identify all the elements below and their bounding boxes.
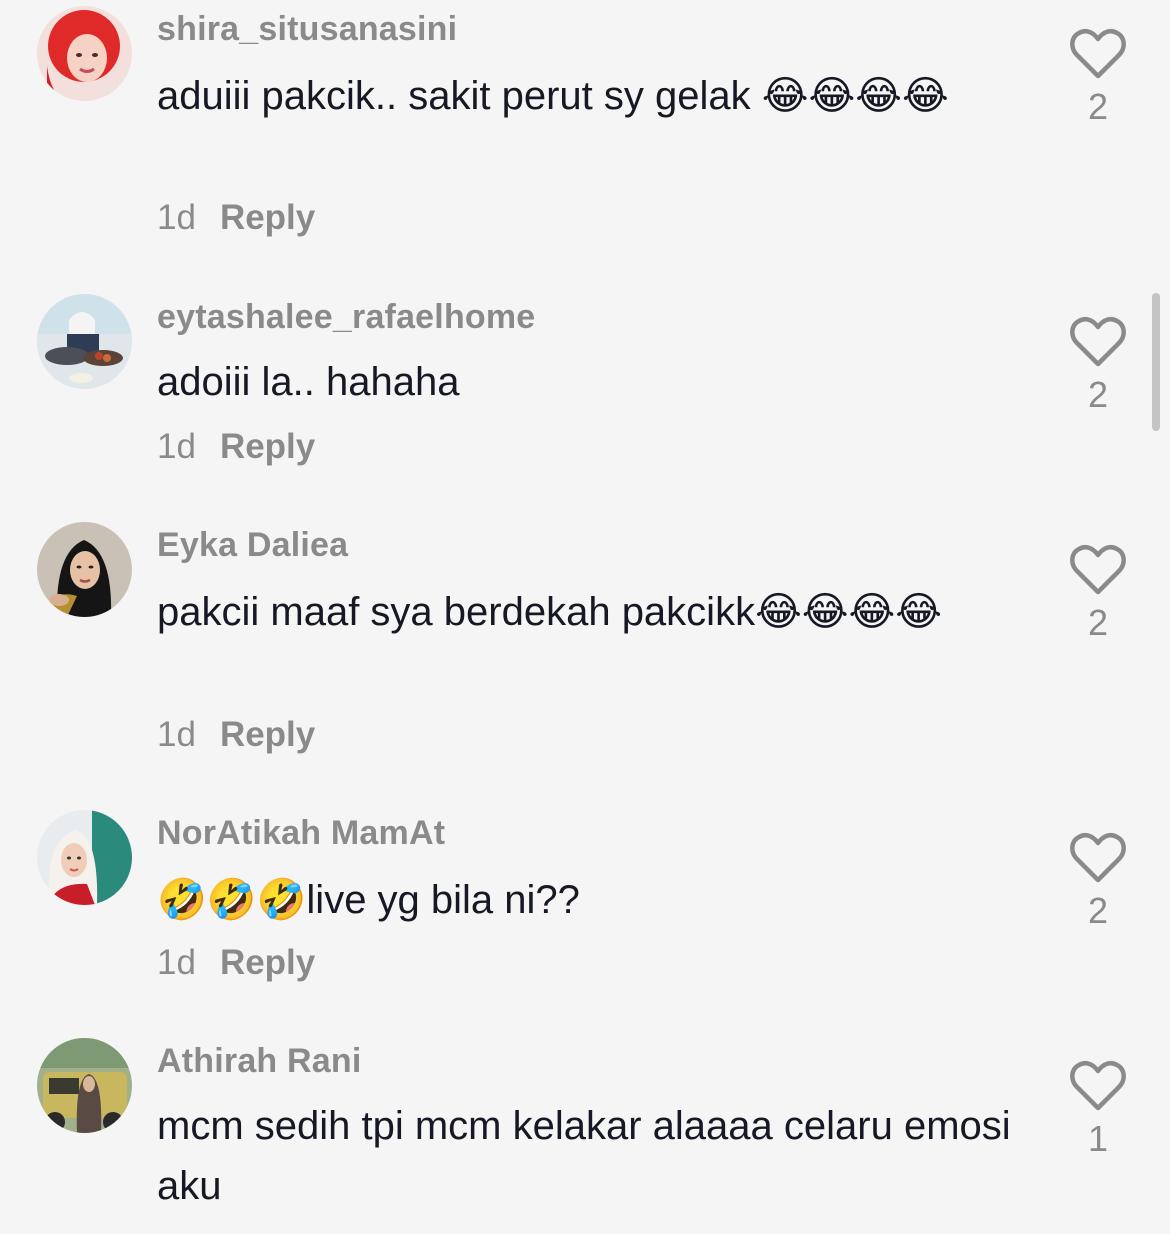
avatar-image xyxy=(37,810,132,905)
timestamp: 1d xyxy=(157,427,196,466)
comment-text: 🤣🤣🤣live yg bila ni?? xyxy=(157,878,580,922)
avatar-image xyxy=(37,1038,132,1133)
comment-text: adoiii la.. hahaha xyxy=(157,360,460,404)
comment-meta: 1d Reply xyxy=(157,427,315,467)
timestamp: 1d xyxy=(157,198,196,237)
heart-icon xyxy=(1070,833,1126,883)
reply-button[interactable]: Reply xyxy=(220,715,315,754)
like-button[interactable]: 1 xyxy=(1068,1060,1128,1160)
like-button[interactable]: 2 xyxy=(1068,544,1128,644)
comment-meta: 1d Reply xyxy=(157,715,315,755)
like-count: 2 xyxy=(1087,890,1109,931)
like-count: 2 xyxy=(1087,374,1109,415)
comment-text: pakcii maaf sya berdekah pakcikk😂😂😂😂 xyxy=(157,590,943,634)
comment-meta: 1d Reply xyxy=(157,943,315,983)
reply-button[interactable]: Reply xyxy=(220,943,315,982)
avatar[interactable] xyxy=(37,522,132,617)
like-count: 1 xyxy=(1087,1118,1109,1159)
heart-icon xyxy=(1070,545,1126,595)
username[interactable]: shira_situsanasini xyxy=(157,10,457,49)
like-button[interactable]: 2 xyxy=(1068,28,1128,128)
heart-icon xyxy=(1070,29,1126,79)
heart-icon xyxy=(1070,317,1126,367)
comment-text: aduiii pakcik.. sakit perut sy gelak 😂😂😂… xyxy=(157,74,949,118)
avatar-image xyxy=(37,6,132,101)
avatar[interactable] xyxy=(37,294,132,389)
avatar-image xyxy=(37,522,132,617)
heart-icon xyxy=(1070,1061,1126,1111)
username[interactable]: eytashalee_rafaelhome xyxy=(157,298,535,337)
like-count: 2 xyxy=(1087,86,1109,127)
comment-text: mcm sedih tpi mcm kelakar alaaaa celaru … xyxy=(157,1104,1011,1208)
timestamp: 1d xyxy=(157,943,196,982)
like-count: 2 xyxy=(1087,602,1109,643)
username[interactable]: Athirah Rani xyxy=(157,1042,362,1081)
like-button[interactable]: 2 xyxy=(1068,832,1128,932)
timestamp: 1d xyxy=(157,715,196,754)
username[interactable]: NorAtikah MamAt xyxy=(157,814,445,853)
scrollbar[interactable] xyxy=(1152,293,1160,431)
reply-button[interactable]: Reply xyxy=(220,198,315,237)
comment-meta: 1d Reply xyxy=(157,198,315,238)
avatar-image xyxy=(37,294,132,389)
reply-button[interactable]: Reply xyxy=(220,427,315,466)
avatar[interactable] xyxy=(37,6,132,101)
avatar[interactable] xyxy=(37,1038,132,1133)
avatar[interactable] xyxy=(37,810,132,905)
username[interactable]: Eyka Daliea xyxy=(157,526,348,565)
like-button[interactable]: 2 xyxy=(1068,316,1128,416)
